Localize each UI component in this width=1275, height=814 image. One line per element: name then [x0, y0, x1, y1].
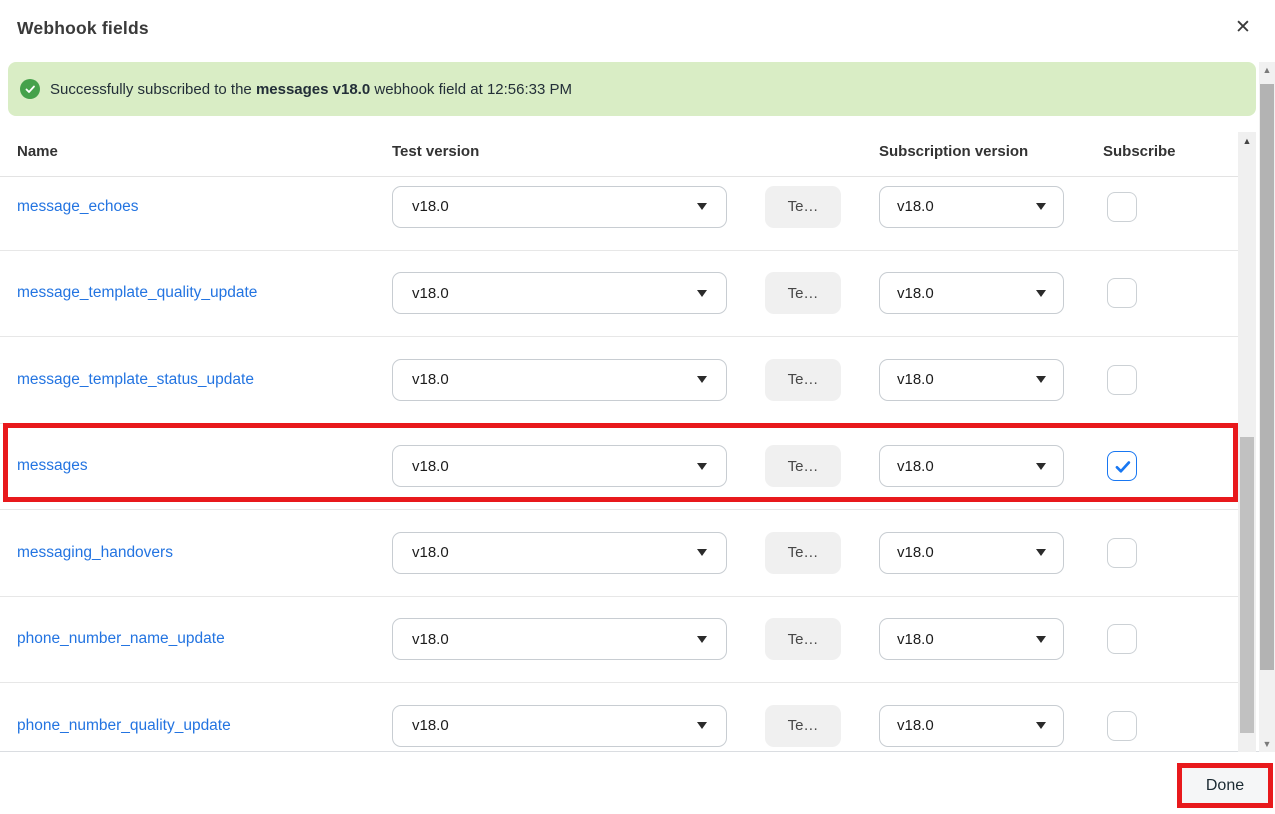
subscription-version-select[interactable]: v18.0	[879, 532, 1064, 574]
test-button[interactable]: Te…	[765, 186, 841, 228]
subscribe-checkbox[interactable]	[1107, 192, 1137, 222]
table-scrollbar: ▲	[1238, 132, 1256, 752]
test-version-select[interactable]: v18.0	[392, 272, 727, 314]
field-name-link[interactable]: messages	[17, 457, 88, 475]
subscription-version-select[interactable]: v18.0	[879, 618, 1064, 660]
scroll-down-icon[interactable]: ▼	[1259, 739, 1275, 749]
subscribe-checkbox[interactable]	[1107, 624, 1137, 654]
success-banner: Successfully subscribed to the messages …	[8, 62, 1256, 116]
chevron-down-icon	[1036, 722, 1046, 729]
chevron-down-icon	[1036, 203, 1046, 210]
dialog-scrollbar: ▲ ▼	[1259, 62, 1275, 752]
test-version-select[interactable]: v18.0	[392, 359, 727, 401]
subscription-version-value: v18.0	[897, 717, 1036, 734]
chevron-down-icon	[697, 636, 707, 643]
test-version-select[interactable]: v18.0	[392, 618, 727, 660]
subscribe-checkbox[interactable]	[1107, 278, 1137, 308]
test-version-value: v18.0	[412, 717, 697, 734]
subscription-version-value: v18.0	[897, 198, 1036, 215]
test-button[interactable]: Te…	[765, 445, 841, 487]
table-row: phone_number_quality_update v18.0 Te… v1…	[0, 683, 1238, 752]
table-row: messaging_handovers v18.0 Te… v18.0	[0, 510, 1238, 597]
subscription-version-value: v18.0	[897, 458, 1036, 475]
subscription-version-select[interactable]: v18.0	[879, 186, 1064, 228]
subscribe-checkbox[interactable]	[1107, 451, 1137, 481]
subscription-version-select[interactable]: v18.0	[879, 705, 1064, 747]
done-button[interactable]: Done	[1182, 768, 1268, 803]
table-row: message_echoes v18.0 Te… v18.0	[0, 177, 1238, 251]
subscription-version-select[interactable]: v18.0	[879, 272, 1064, 314]
scroll-up-icon[interactable]: ▲	[1238, 136, 1256, 146]
test-version-value: v18.0	[412, 458, 697, 475]
chevron-down-icon	[697, 203, 707, 210]
footer-divider	[0, 751, 1275, 752]
test-version-value: v18.0	[412, 631, 697, 648]
close-icon[interactable]: ✕	[1231, 16, 1255, 40]
test-button[interactable]: Te…	[765, 272, 841, 314]
chevron-down-icon	[697, 290, 707, 297]
subscribe-checkbox[interactable]	[1107, 538, 1137, 568]
test-version-value: v18.0	[412, 285, 697, 302]
field-name-link[interactable]: message_echoes	[17, 198, 139, 216]
chevron-down-icon	[697, 376, 707, 383]
table-row: message_template_status_update v18.0 Te……	[0, 337, 1238, 424]
test-version-select[interactable]: v18.0	[392, 532, 727, 574]
chevron-down-icon	[1036, 636, 1046, 643]
scroll-up-icon[interactable]: ▲	[1259, 65, 1275, 75]
test-button[interactable]: Te…	[765, 532, 841, 574]
subscribe-checkbox[interactable]	[1107, 365, 1137, 395]
chevron-down-icon	[1036, 463, 1046, 470]
dialog-title: Webhook fields	[17, 18, 149, 39]
table-body: message_echoes v18.0 Te… v18.0 message_t…	[0, 177, 1238, 752]
test-version-value: v18.0	[412, 198, 697, 215]
test-button[interactable]: Te…	[765, 359, 841, 401]
column-header-subscribe: Subscribe	[1103, 143, 1176, 160]
field-name-link[interactable]: message_template_status_update	[17, 371, 254, 389]
subscription-version-value: v18.0	[897, 631, 1036, 648]
column-header-subscription-version: Subscription version	[879, 143, 1028, 160]
test-version-value: v18.0	[412, 371, 697, 388]
test-version-select[interactable]: v18.0	[392, 186, 727, 228]
subscription-version-value: v18.0	[897, 544, 1036, 561]
chevron-down-icon	[1036, 290, 1046, 297]
field-name-link[interactable]: phone_number_name_update	[17, 630, 225, 648]
table-row: phone_number_name_update v18.0 Te… v18.0	[0, 597, 1238, 684]
subscribe-checkbox[interactable]	[1107, 711, 1137, 741]
chevron-down-icon	[1036, 376, 1046, 383]
field-name-link[interactable]: phone_number_quality_update	[17, 717, 231, 735]
test-button[interactable]: Te…	[765, 705, 841, 747]
dialog-scrollbar-thumb[interactable]	[1260, 84, 1274, 670]
subscription-version-value: v18.0	[897, 371, 1036, 388]
test-version-select[interactable]: v18.0	[392, 705, 727, 747]
annotation-box-done-button: Done	[1177, 763, 1273, 808]
chevron-down-icon	[697, 463, 707, 470]
subscription-version-select[interactable]: v18.0	[879, 445, 1064, 487]
test-version-select[interactable]: v18.0	[392, 445, 727, 487]
chevron-down-icon	[697, 549, 707, 556]
table-row: messages v18.0 Te… v18.0	[0, 424, 1238, 511]
subscription-version-value: v18.0	[897, 285, 1036, 302]
chevron-down-icon	[1036, 549, 1046, 556]
success-check-icon	[20, 79, 40, 99]
success-banner-text: Successfully subscribed to the messages …	[50, 81, 572, 98]
test-button[interactable]: Te…	[765, 618, 841, 660]
column-header-name: Name	[17, 143, 58, 160]
column-header-test-version: Test version	[392, 143, 479, 160]
field-name-link[interactable]: messaging_handovers	[17, 544, 173, 562]
test-version-value: v18.0	[412, 544, 697, 561]
table-row: message_template_quality_update v18.0 Te…	[0, 251, 1238, 338]
field-name-link[interactable]: message_template_quality_update	[17, 284, 257, 302]
table-scrollbar-thumb[interactable]	[1240, 437, 1254, 733]
subscription-version-select[interactable]: v18.0	[879, 359, 1064, 401]
chevron-down-icon	[697, 722, 707, 729]
